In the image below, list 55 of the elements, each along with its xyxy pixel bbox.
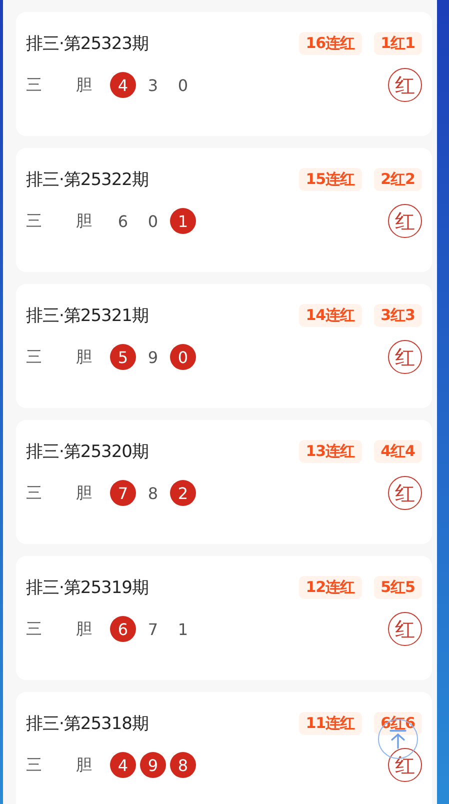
pick-label: 胆	[76, 346, 93, 368]
digit: 0	[146, 210, 160, 232]
draw-title: 排三·第25320期	[26, 440, 150, 462]
pick-label: 三	[26, 346, 43, 368]
hits-tag: 2红2	[374, 168, 422, 190]
streak-tag: 15连红	[298, 168, 362, 190]
result-stamp: 红	[388, 68, 422, 102]
streak-tag: 16连红	[298, 32, 362, 54]
pick-label: 三	[26, 482, 43, 504]
digit: 7	[146, 618, 160, 640]
digit: 6	[116, 210, 130, 232]
result-stamp: 红	[388, 748, 422, 782]
digit: 8	[146, 482, 160, 504]
streak-tag: 13连红	[298, 440, 362, 462]
draw-title: 排三·第25322期	[26, 168, 150, 190]
hit-digit: 5	[110, 344, 136, 370]
result-stamp: 红	[388, 340, 422, 374]
streak-tag: 12连红	[298, 576, 362, 598]
pick-label: 三	[26, 74, 43, 96]
pick-label: 三	[26, 210, 43, 232]
draw-title: 排三·第25323期	[26, 32, 150, 54]
hit-digit: 4	[110, 72, 136, 98]
streak-tag: 11连红	[298, 712, 362, 734]
pick-label: 胆	[76, 210, 93, 232]
pick-label: 胆	[76, 618, 93, 640]
hits-tag: 6红6	[374, 712, 422, 734]
hit-digit: 6	[110, 616, 136, 642]
hit-digit: 8	[170, 752, 196, 778]
draw-title: 排三·第25321期	[26, 304, 150, 326]
hit-digit: 9	[140, 752, 166, 778]
hit-digit: 1	[170, 208, 196, 234]
result-stamp: 红	[388, 612, 422, 646]
result-stamp: 红	[388, 476, 422, 510]
digit: 1	[176, 618, 190, 640]
streak-tag: 14连红	[298, 304, 362, 326]
hits-tag: 5红5	[374, 576, 422, 598]
pick-label: 三	[26, 618, 43, 640]
result-stamp: 红	[388, 204, 422, 238]
hits-tag: 1红1	[374, 32, 422, 54]
hit-digit: 4	[110, 752, 136, 778]
draw-title: 排三·第25319期	[26, 576, 150, 598]
digit: 3	[146, 74, 160, 96]
arrow-up-icon	[389, 729, 407, 749]
hit-digit: 2	[170, 480, 196, 506]
pick-label: 胆	[76, 754, 93, 776]
hit-digit: 0	[170, 344, 196, 370]
pick-label: 胆	[76, 74, 93, 96]
digit: 9	[146, 346, 160, 368]
hits-tag: 4红4	[374, 440, 422, 462]
pick-label: 胆	[76, 482, 93, 504]
hit-digit: 7	[110, 480, 136, 506]
pick-label: 三	[26, 754, 43, 776]
hits-tag: 3红3	[374, 304, 422, 326]
draw-title: 排三·第25318期	[26, 712, 150, 734]
digit: 0	[176, 74, 190, 96]
